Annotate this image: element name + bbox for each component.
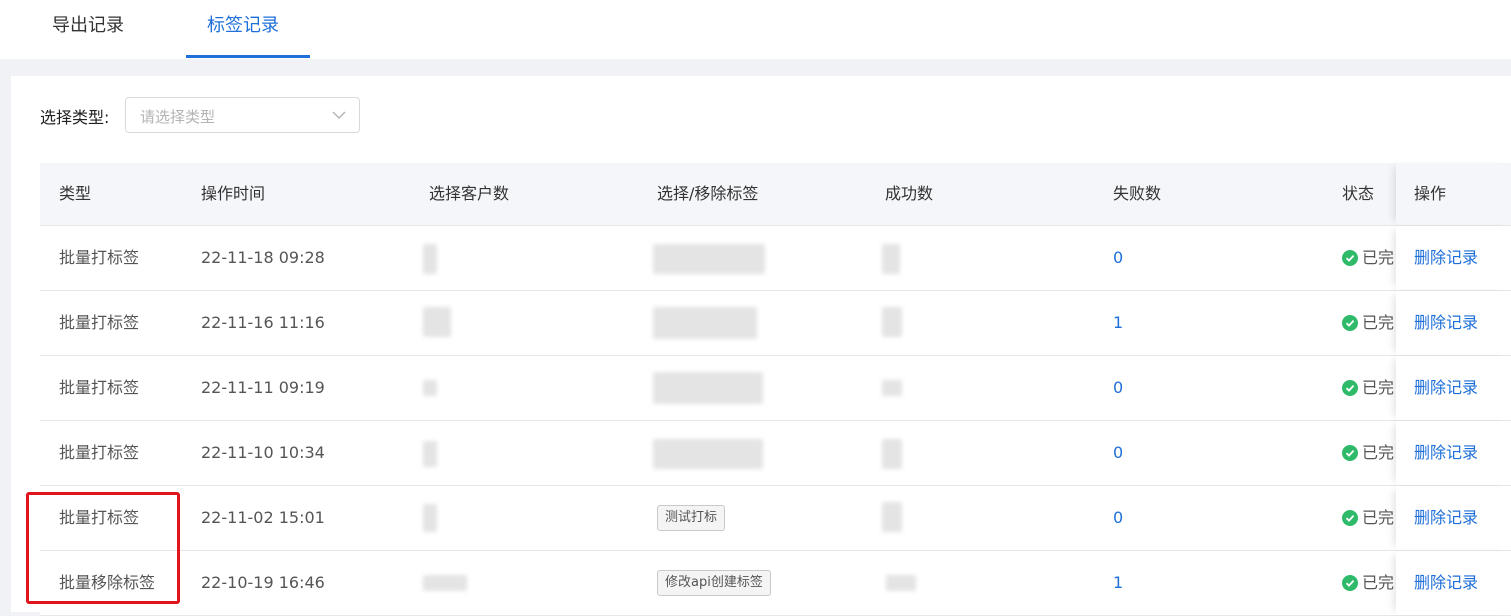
col-fail: 失败数 <box>1113 184 1162 203</box>
chevron-down-icon <box>332 111 346 119</box>
active-tab-indicator <box>186 55 310 58</box>
cell-type: 批量打标签 <box>59 378 140 397</box>
table-row: 批量打标签 22-11-02 15:01 测试打标 0 已完 删除记录 <box>40 486 1511 551</box>
col-customer-count: 选择客户数 <box>429 184 510 203</box>
redacted-success-count <box>882 307 902 337</box>
check-circle-icon <box>1342 575 1358 591</box>
col-status: 状态 <box>1342 184 1375 203</box>
cell-time: 22-11-11 09:19 <box>201 378 325 397</box>
cell-status: 已完 <box>1342 291 1394 355</box>
tab-tag-records[interactable]: 标签记录 <box>207 0 279 59</box>
records-panel: 选择类型: 请选择类型 类型 操作时间 选择客户数 选择/移除标签 成功数 失败… <box>11 76 1511 616</box>
table-row: 批量打标签 22-11-10 10:34 0 已完 删除记录 <box>40 421 1511 486</box>
redacted-customer-count <box>423 244 437 274</box>
status-text: 已完 <box>1362 573 1394 592</box>
delete-record-link[interactable]: 删除记录 <box>1414 356 1478 420</box>
cell-time: 22-11-10 10:34 <box>201 443 325 462</box>
delete-record-link[interactable]: 删除记录 <box>1414 551 1478 615</box>
check-circle-icon <box>1342 380 1358 396</box>
type-select[interactable]: 请选择类型 <box>125 97 360 133</box>
tag-records-table: 类型 操作时间 选择客户数 选择/移除标签 成功数 失败数 状态 操作 批量打标… <box>40 163 1511 616</box>
cell-fail-count[interactable]: 1 <box>1113 291 1123 355</box>
delete-record-link[interactable]: 删除记录 <box>1414 291 1478 355</box>
redacted-customer-count <box>423 307 451 337</box>
redacted-success-count <box>886 575 916 591</box>
tab-export-records[interactable]: 导出记录 <box>52 0 124 59</box>
redacted-success-count <box>882 244 900 274</box>
redacted-tags <box>653 372 763 404</box>
table-row: 批量打标签 22-11-18 09:28 0 已完 删除记录 <box>40 226 1511 291</box>
cell-type: 批量打标签 <box>59 508 140 527</box>
col-action-header: 操作 <box>1396 163 1511 225</box>
check-circle-icon <box>1342 315 1358 331</box>
cell-action: 删除记录 <box>1396 551 1511 615</box>
cell-action: 删除记录 <box>1396 226 1511 290</box>
type-select-placeholder: 请选择类型 <box>140 108 216 126</box>
cell-status: 已完 <box>1342 551 1394 615</box>
col-time: 操作时间 <box>201 184 266 203</box>
col-success: 成功数 <box>885 184 934 203</box>
tab-bar: 导出记录 标签记录 <box>0 0 1511 59</box>
cell-status: 已完 <box>1342 421 1394 485</box>
status-text: 已完 <box>1362 443 1394 462</box>
delete-record-link[interactable]: 删除记录 <box>1414 421 1478 485</box>
delete-record-link[interactable]: 删除记录 <box>1414 226 1478 290</box>
cell-status: 已完 <box>1342 226 1394 290</box>
col-type: 类型 <box>59 184 92 203</box>
cell-action: 删除记录 <box>1396 291 1511 355</box>
tag-chip: 修改api创建标签 <box>657 570 771 596</box>
col-tags: 选择/移除标签 <box>657 184 759 203</box>
redacted-customer-count <box>423 575 467 591</box>
status-text: 已完 <box>1362 508 1394 527</box>
redacted-tags <box>653 439 763 469</box>
redacted-customer-count <box>423 380 437 396</box>
check-circle-icon <box>1342 510 1358 526</box>
cell-time: 22-11-16 11:16 <box>201 313 325 332</box>
redacted-customer-count <box>423 441 437 467</box>
cell-fail-count[interactable]: 0 <box>1113 421 1123 485</box>
cell-type: 批量打标签 <box>59 313 140 332</box>
check-circle-icon <box>1342 250 1358 266</box>
cell-time: 22-11-18 09:28 <box>201 248 325 267</box>
cell-action: 删除记录 <box>1396 421 1511 485</box>
cell-type: 批量打标签 <box>59 248 140 267</box>
col-action: 操作 <box>1414 184 1447 203</box>
redacted-tags <box>653 244 765 274</box>
redacted-success-count <box>882 380 902 396</box>
cell-type: 批量移除标签 <box>59 573 156 592</box>
table-row: 批量打标签 22-11-16 11:16 1 已完 删除记录 <box>40 291 1511 356</box>
delete-record-link[interactable]: 删除记录 <box>1414 486 1478 550</box>
redacted-success-count <box>882 502 902 532</box>
redacted-tags <box>653 307 757 339</box>
check-circle-icon <box>1342 445 1358 461</box>
tag-chip: 测试打标 <box>657 505 726 531</box>
cell-time: 22-11-02 15:01 <box>201 508 325 527</box>
cell-fail-count[interactable]: 0 <box>1113 226 1123 290</box>
cell-action: 删除记录 <box>1396 486 1511 550</box>
cell-fail-count[interactable]: 0 <box>1113 486 1123 550</box>
type-filter-label: 选择类型: <box>40 108 110 127</box>
cell-action: 删除记录 <box>1396 356 1511 420</box>
table-row: 批量移除标签 22-10-19 16:46 修改api创建标签 1 已完 删除记… <box>40 551 1511 616</box>
table-row: 批量打标签 22-11-11 09:19 0 已完 删除记录 <box>40 356 1511 421</box>
redacted-success-count <box>882 439 902 469</box>
cell-time: 22-10-19 16:46 <box>201 573 325 592</box>
redacted-customer-count <box>423 504 437 532</box>
cell-fail-count[interactable]: 0 <box>1113 356 1123 420</box>
status-text: 已完 <box>1362 378 1394 397</box>
status-text: 已完 <box>1362 313 1394 332</box>
cell-fail-count[interactable]: 1 <box>1113 551 1123 615</box>
cell-type: 批量打标签 <box>59 443 140 462</box>
table-header: 类型 操作时间 选择客户数 选择/移除标签 成功数 失败数 状态 操作 <box>40 163 1511 226</box>
cell-status: 已完 <box>1342 486 1394 550</box>
status-text: 已完 <box>1362 248 1394 267</box>
cell-status: 已完 <box>1342 356 1394 420</box>
